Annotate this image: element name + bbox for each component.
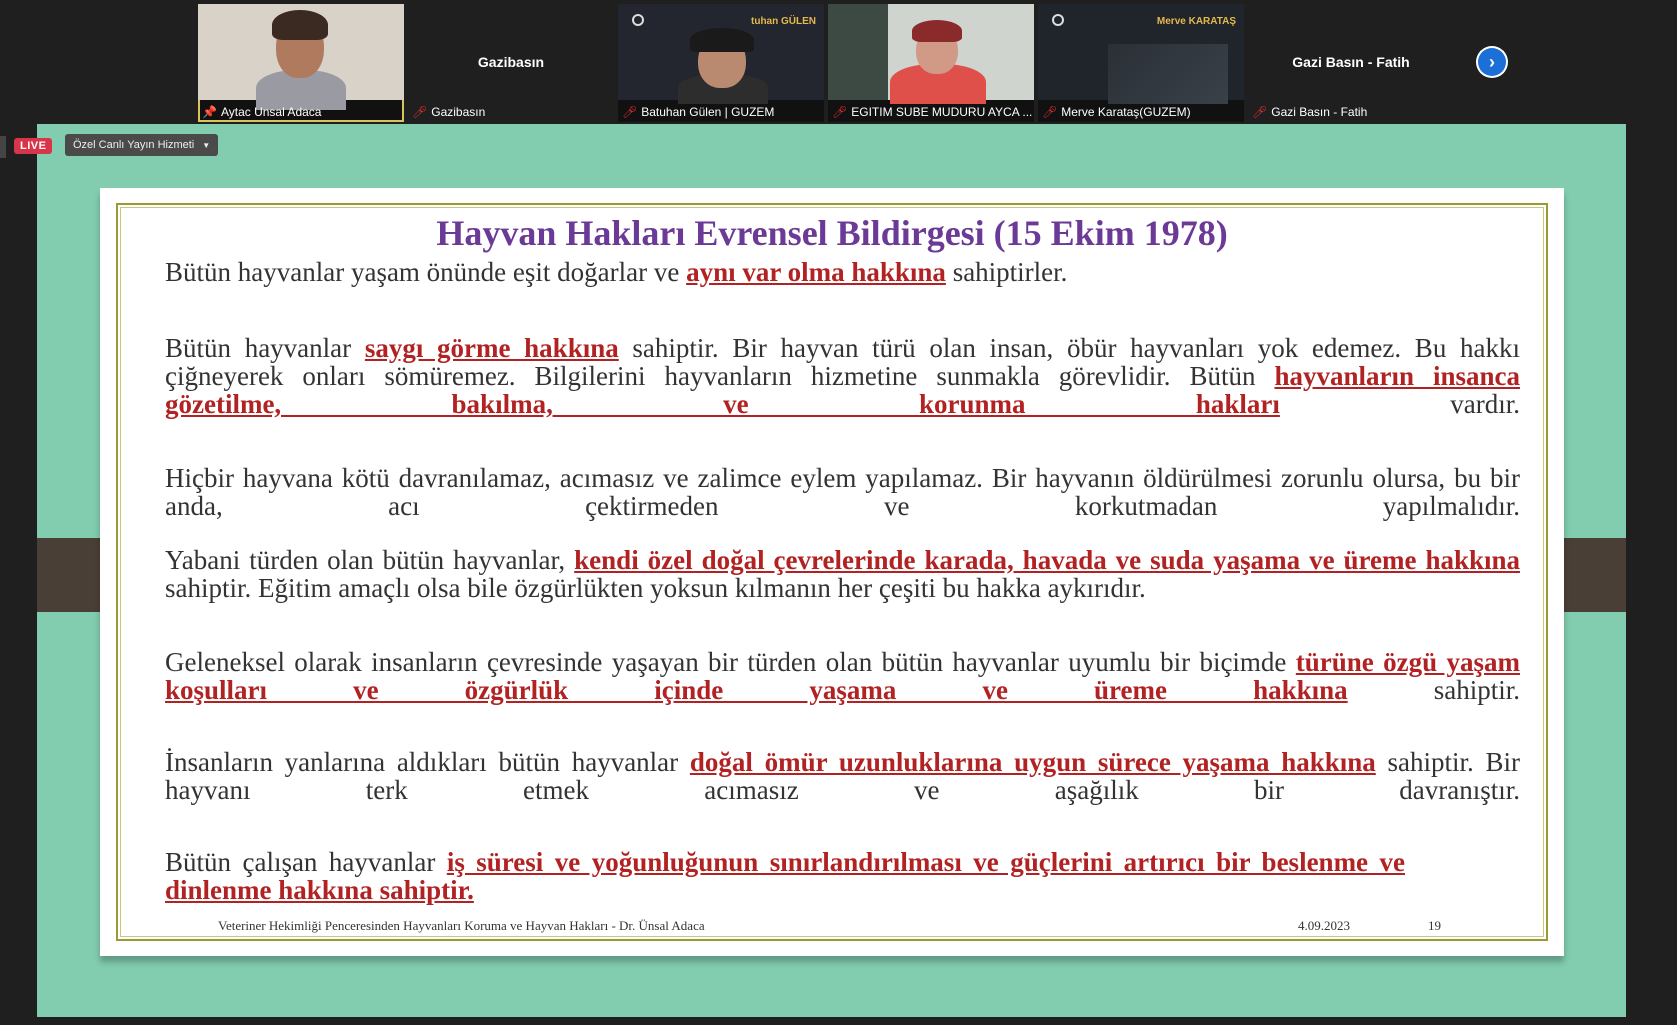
video-overlay-name: Merve KARATAŞ [1156,16,1236,27]
participant-video: Merve KARATAŞ [1038,4,1244,104]
participant-name: 🎤︎ Merve Karataş(GUZEM) [1042,105,1191,119]
live-service-label: Özel Canlı Yayın Hizmeti [73,139,195,151]
participant-name: 📌 Aytac Unsal Adaca [202,105,322,119]
chevron-right-icon: › [1478,48,1506,76]
slide-title: Hayvan Hakları Evrensel Bildirgesi (15 E… [436,213,1228,253]
slide-paragraph-4: Yabani türden olan bütün hayvanlar, kend… [165,545,1521,603]
participant-tile[interactable]: tuhan GÜLEN 🎤︎ Batuhan Gülen | GUZEM [618,4,824,122]
participant-tile[interactable]: 📌 Aytac Unsal Adaca [198,4,404,122]
mic-muted-icon: 🎤︎ [1042,105,1058,119]
participant-video [828,4,1034,104]
participant-name: 🎤︎ Gazi Basın - Fatih [1252,105,1368,119]
participant-name: 🎤︎ EGITIM SUBE MUDURU AYCA ... [832,105,1033,119]
presentation-slide: Hayvan Hakları Evrensel Bildirgesi (15 E… [100,188,1564,956]
side-handle [0,136,6,158]
slide-page-number: 19 [1428,918,1441,933]
slide-paragraph-3: Hiçbir hayvana kötü davranılamaz, acımas… [165,463,1520,521]
participant-name: 🎤︎ Gazibasın [412,105,486,119]
slide-paragraph-2: Bütün hayvanlar saygı görme hakkına sahi… [165,333,1520,419]
participant-video [198,4,404,110]
slide-footer-text: Veteriner Hekimliği Penceresinden Hayvan… [218,918,705,933]
participant-name: 🎤︎ Batuhan Gülen | GUZEM [622,105,775,119]
video-overlay-name: tuhan GÜLEN [751,16,816,27]
university-logo [1052,14,1068,26]
mic-muted-icon: 🎤︎ [412,105,428,119]
university-logo [632,14,648,26]
live-badge: LIVE [14,138,53,154]
slide-paragraph-1: Bütün hayvanlar yaşam önünde eşit doğarl… [165,257,1068,287]
participant-tile[interactable]: 🎤︎ EGITIM SUBE MUDURU AYCA ... [828,4,1034,122]
mic-muted-icon: 🎤︎ [622,105,638,119]
participant-tile-label: Gazi Basın - Fatih [1292,54,1410,70]
slide-paragraph-6: İnsanların yanlarına aldıkları bütün hay… [165,747,1520,805]
participant-strip: 📌 Aytac Unsal Adaca Gazibasın 🎤︎ Gazibas… [0,0,1677,124]
bottom-bar [0,1017,1677,1025]
participant-tile[interactable]: Merve KARATAŞ 🎤︎ Merve Karataş(GUZEM) [1038,4,1244,122]
live-service-dropdown[interactable]: Özel Canlı Yayın Hizmeti ▼ [65,134,219,156]
caret-down-icon: ▼ [202,140,211,150]
mic-muted-icon: 🎤︎ [832,105,848,119]
pin-icon: 📌 [202,105,217,119]
slide-paragraph-5: Geleneksel olarak insanların çevresinde … [165,647,1520,705]
slide-paragraph-7: Bütün çalışan hayvanlar iş süresi ve yoğ… [165,847,1405,905]
participant-video: tuhan GÜLEN [618,4,824,104]
participant-tile[interactable]: Gazibasın 🎤︎ Gazibasın [408,4,614,122]
next-participants-button[interactable]: › [1476,46,1508,78]
mic-muted-icon: 🎤︎ [1252,105,1268,119]
participant-tile[interactable]: Gazi Basın - Fatih 🎤︎ Gazi Basın - Fatih [1248,4,1454,122]
slide-footer-date: 4.09.2023 [1298,918,1350,933]
participant-tile-label: Gazibasın [477,54,545,70]
